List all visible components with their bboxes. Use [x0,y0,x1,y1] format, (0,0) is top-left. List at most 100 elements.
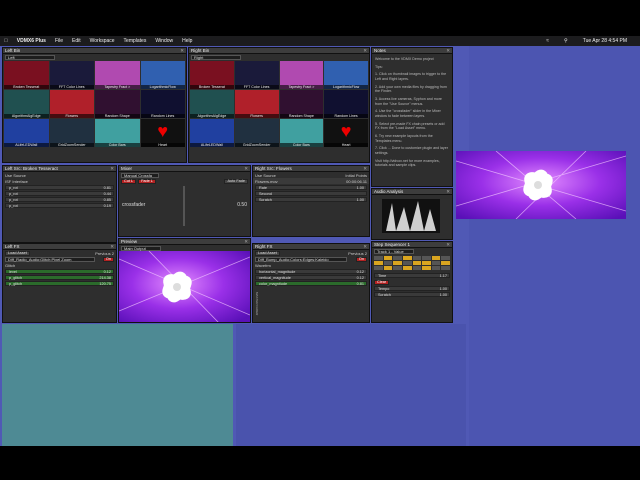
step[interactable] [393,256,402,260]
close-icon[interactable]: ✕ [446,242,450,248]
bin-thumbnail[interactable]: Random Shape [279,90,324,118]
tempo-slider[interactable]: Tempo 1.00 [374,286,450,291]
bin-thumbnail[interactable]: AlgorithmAlgEdge [4,90,49,118]
param-slider[interactable]: horizontal_magnitude 0.12 [255,269,367,274]
bin-thumbnail[interactable]: ♥ Heart [324,119,368,147]
bin-thumbnail[interactable]: Tapestry Fract > [279,61,324,89]
bin-thumbnail[interactable]: ♥ Heart [140,119,185,147]
bypass-button[interactable]: On [102,256,114,262]
step[interactable] [431,266,441,270]
clock[interactable]: Tue Apr 28 4:54 PM [583,38,627,44]
left-bin-selector[interactable]: Left [5,54,55,60]
bin-thumbnail[interactable]: GridZoomSender [234,119,279,147]
param-slider[interactable]: p_rot 0.81 [5,185,114,190]
step[interactable] [402,261,412,265]
bin-thumbnail[interactable]: FFT Color Lines [234,61,279,89]
bin-thumbnail[interactable]: Color Bars [279,119,324,147]
menu-templates[interactable]: Templates [124,38,147,44]
mixer-mode-select[interactable]: Manual Crossfa [121,172,159,178]
step[interactable] [374,266,383,270]
rate-slider[interactable]: Rate 1.00 [255,185,367,190]
bin-thumbnail[interactable]: Random Lines [324,90,368,118]
bin-thumbnail[interactable]: ALifeLEDWall [190,119,234,147]
bin-thumbnail[interactable]: Broken Tesserat [4,61,49,89]
time-slider[interactable]: Time 1.17 [374,273,450,278]
wifi-icon[interactable]: ≈ [546,38,549,44]
step[interactable] [393,266,402,270]
bin-thumbnail[interactable]: ALifeLEDWall [4,119,49,147]
menu-workspace[interactable]: Workspace [90,38,115,44]
bin-thumbnail[interactable]: LogarithmicFlow [324,61,368,89]
close-icon[interactable]: ✕ [363,48,367,54]
bin-thumbnail[interactable]: Random Lines [140,90,185,118]
step[interactable] [431,256,441,260]
cut-button[interactable]: Cut L [121,178,137,184]
step[interactable] [412,256,422,260]
step[interactable] [383,261,393,265]
param-slider[interactable]: vertical_magnitude 0.12 [255,275,367,280]
param-slider[interactable]: p_glitch 214.38 [5,275,114,280]
step[interactable] [393,261,402,265]
bin-thumbnail[interactable]: FFT Color Lines [49,61,94,89]
param-slider[interactable]: p_rot 0.44 [5,191,114,196]
step[interactable] [402,266,412,270]
preview-source-select[interactable]: Main Output [121,245,161,251]
fade-button[interactable]: Fade L [138,178,156,184]
close-icon[interactable]: ✕ [244,166,248,172]
bin-thumbnail[interactable]: Flowers [234,90,279,118]
bin-thumbnail[interactable]: LogarithmicFlow [140,61,185,89]
step[interactable] [422,261,431,265]
param-slider[interactable]: level 0.12 [5,269,114,274]
bin-thumbnail[interactable]: GridZoomSender [49,119,94,147]
step-grid[interactable] [372,254,452,272]
apple-icon[interactable]:  [4,38,8,44]
bin-thumbnail[interactable]: Tapestry Fract > [95,61,140,89]
menu-file[interactable]: File [55,38,63,44]
second-slider[interactable]: Second [255,191,367,196]
close-icon[interactable]: ✕ [110,166,114,172]
step[interactable] [374,256,383,260]
bin-thumbnail[interactable]: AlgorithmAlgEdge [190,90,234,118]
bin-thumbnail[interactable]: Random Shape [95,90,140,118]
fx-chain-select[interactable]: Diff_Bump_Audio:Colors:Edges:Kaleido [255,256,347,262]
search-icon[interactable]: ⚲ [564,38,568,44]
auto-fade-button[interactable]: Auto Fade [224,178,248,184]
step[interactable] [402,256,412,260]
param-slider[interactable]: p_rot 0.19 [5,203,114,208]
step[interactable] [412,266,422,270]
step[interactable] [422,256,431,260]
close-icon[interactable]: ✕ [180,48,184,54]
clear-button[interactable]: Clear [374,279,390,285]
close-icon[interactable]: ✕ [446,48,450,54]
bin-thumbnail[interactable]: Color Bars [95,119,140,147]
step[interactable] [383,256,393,260]
step[interactable] [441,266,450,270]
app-menu[interactable]: VDMX6 Plus [17,38,46,44]
audio-waveform-display[interactable] [372,195,452,239]
bypass-button[interactable]: On [355,256,367,262]
param-slider[interactable]: color_magnitude 0.81 [255,281,367,286]
step[interactable] [431,261,441,265]
close-icon[interactable]: ✕ [244,239,248,245]
step[interactable] [383,266,393,270]
param-slider[interactable]: p_glitch 120.75 [5,281,114,286]
load-asset-button[interactable]: Load Asset [5,250,30,256]
scratch-slider[interactable]: Scratch 1.00 [255,197,367,202]
close-icon[interactable]: ✕ [446,189,450,195]
menu-window[interactable]: Window [155,38,173,44]
close-icon[interactable]: ✕ [363,166,367,172]
track-select[interactable]: Track 1 - Value [374,248,414,254]
param-slider[interactable]: p_rot 0.85 [5,197,114,202]
step[interactable] [441,261,450,265]
menu-help[interactable]: Help [182,38,192,44]
step[interactable] [441,256,450,260]
close-icon[interactable]: ✕ [110,244,114,250]
step[interactable] [412,261,422,265]
step[interactable] [374,261,383,265]
step[interactable] [422,266,431,270]
load-asset-button[interactable]: Load Asset [255,250,280,256]
close-icon[interactable]: ✕ [363,244,367,250]
fx-chain-select[interactable]: Diff_Radio_Audio:Glitch:Pixel Zoom [5,256,95,262]
menu-edit[interactable]: Edit [72,38,81,44]
bin-thumbnail[interactable]: Broken Tesserat [190,61,234,89]
